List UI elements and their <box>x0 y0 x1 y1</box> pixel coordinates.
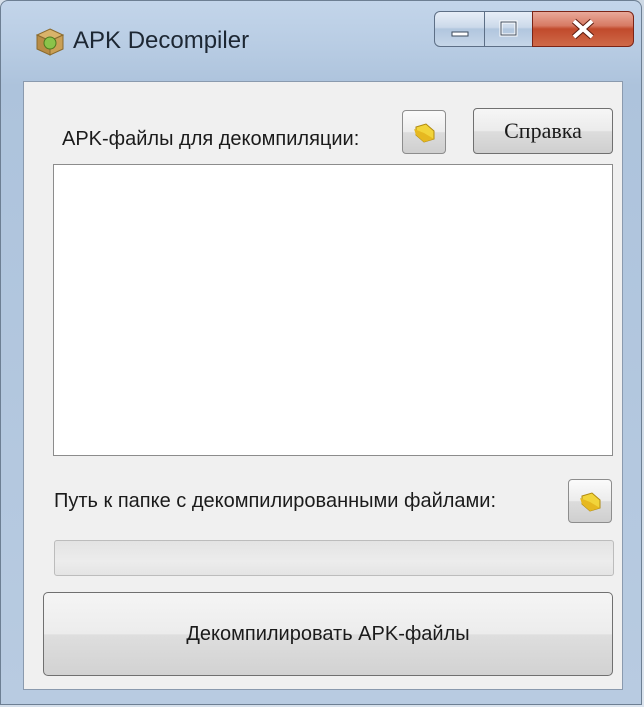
folder-open-icon <box>580 492 601 512</box>
caption-buttons <box>434 11 634 49</box>
client-area: APK-файлы для декомпиляции: Справка Путь… <box>23 81 623 690</box>
apk-files-list[interactable] <box>53 164 613 456</box>
title-bar[interactable]: APK Decompiler <box>1 1 641 81</box>
progress-bar <box>54 540 614 576</box>
output-path-label: Путь к папке с декомпилированными файлам… <box>54 490 497 512</box>
package-icon <box>35 27 65 57</box>
apk-files-label: APK-файлы для декомпиляции: <box>62 128 360 150</box>
window-title: APK Decompiler <box>73 27 250 54</box>
close-icon <box>572 18 594 40</box>
maximize-button[interactable] <box>484 11 533 47</box>
maximize-icon <box>499 20 518 37</box>
decompile-button[interactable]: Декомпилировать APK-файлы <box>43 592 613 676</box>
app-window: APK Decompiler APK-файлы для декомпиляци… <box>0 0 642 705</box>
minimize-icon <box>451 31 469 37</box>
minimize-button[interactable] <box>434 11 485 47</box>
browse-apk-button[interactable] <box>402 110 446 154</box>
help-button[interactable]: Справка <box>473 108 613 154</box>
browse-output-button[interactable] <box>568 479 612 523</box>
close-button[interactable] <box>532 11 634 47</box>
folder-open-icon <box>414 123 435 143</box>
